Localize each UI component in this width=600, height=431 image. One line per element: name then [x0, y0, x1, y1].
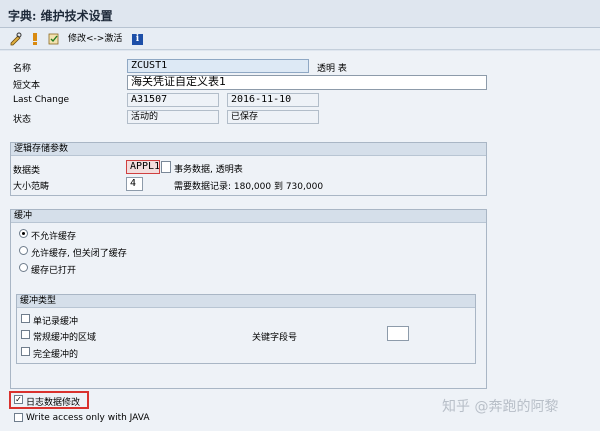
window-title: 字典: 维护技术设置 — [8, 9, 113, 23]
table-name-field[interactable]: ZCUST1 — [127, 59, 309, 73]
radio-no-buffering-label: 不允许缓存 — [31, 232, 77, 242]
radio-no-buffering[interactable] — [19, 229, 28, 238]
checkbox-fully-buffered[interactable] — [21, 347, 30, 356]
checkbox-single-record-label: 单记录缓冲 — [33, 317, 79, 327]
switch-change-activate-button[interactable]: 修改<->激活 — [68, 31, 122, 47]
buffering-type-title: 缓冲类型 — [17, 295, 475, 308]
save-status-field: 已保存 — [227, 110, 319, 124]
info-icon[interactable]: i — [132, 31, 143, 47]
key-fields-input[interactable] — [387, 326, 409, 341]
check-icon[interactable] — [47, 31, 61, 47]
radio-buffering-on[interactable] — [19, 263, 28, 272]
checkbox-log-changes[interactable]: ✓ — [14, 395, 23, 404]
watermark: 知乎 @奔跑的阿黎 — [442, 399, 559, 415]
size-category-field[interactable]: 4 — [126, 177, 143, 191]
data-class-description: 事务数据, 透明表 — [174, 165, 243, 175]
activate-icon[interactable] — [30, 31, 40, 47]
title-bar: 字典: 维护技术设置 — [0, 0, 600, 28]
main-content: 名称 ZCUST1 透明 表 短文本 海关凭证自定义表1 Last Change… — [0, 51, 600, 431]
status-field: 活动的 — [127, 110, 219, 124]
checkbox-generic-area-label: 常规缓冲的区域 — [33, 333, 97, 343]
checkbox-log-changes-label: 日志数据修改 — [26, 398, 81, 408]
data-class-label: 数据类 — [13, 166, 41, 176]
radio-buffering-off[interactable] — [19, 246, 28, 255]
logical-storage-title: 逻辑存储参数 — [11, 143, 486, 156]
short-text-label: 短文本 — [13, 81, 41, 91]
toolbar: 修改<->激活 i — [0, 28, 600, 50]
last-change-date-field: 2016-11-10 — [227, 93, 319, 107]
pencil-glasses-icon[interactable] — [8, 31, 24, 47]
data-class-field[interactable]: APPL1 — [126, 160, 160, 174]
checkbox-fully-buffered-label: 完全缓冲的 — [33, 350, 79, 360]
radio-buffering-off-label: 允许缓存, 但关闭了缓存 — [31, 249, 127, 259]
name-label: 名称 — [13, 64, 32, 74]
status-label: 状态 — [13, 115, 32, 125]
checkbox-write-access-java[interactable] — [14, 413, 23, 422]
buffering-title: 缓冲 — [11, 210, 486, 223]
last-change-label: Last Change — [13, 95, 70, 105]
checkbox-single-record[interactable] — [21, 314, 30, 323]
value-help-icon[interactable] — [161, 161, 171, 173]
size-category-label: 大小范畴 — [13, 182, 50, 192]
size-category-description: 需要数据记录: 180,000 到 730,000 — [174, 182, 324, 192]
short-text-field[interactable]: 海关凭证自定义表1 — [127, 75, 487, 90]
checkbox-generic-area[interactable] — [21, 330, 30, 339]
checkbox-write-access-java-label: Write access only with JAVA — [26, 413, 150, 423]
radio-buffering-on-label: 缓存已打开 — [31, 266, 77, 276]
last-change-user-field: A31507 — [127, 93, 219, 107]
key-fields-label: 关键字段号 — [252, 333, 298, 343]
table-category-text: 透明 表 — [317, 64, 347, 74]
